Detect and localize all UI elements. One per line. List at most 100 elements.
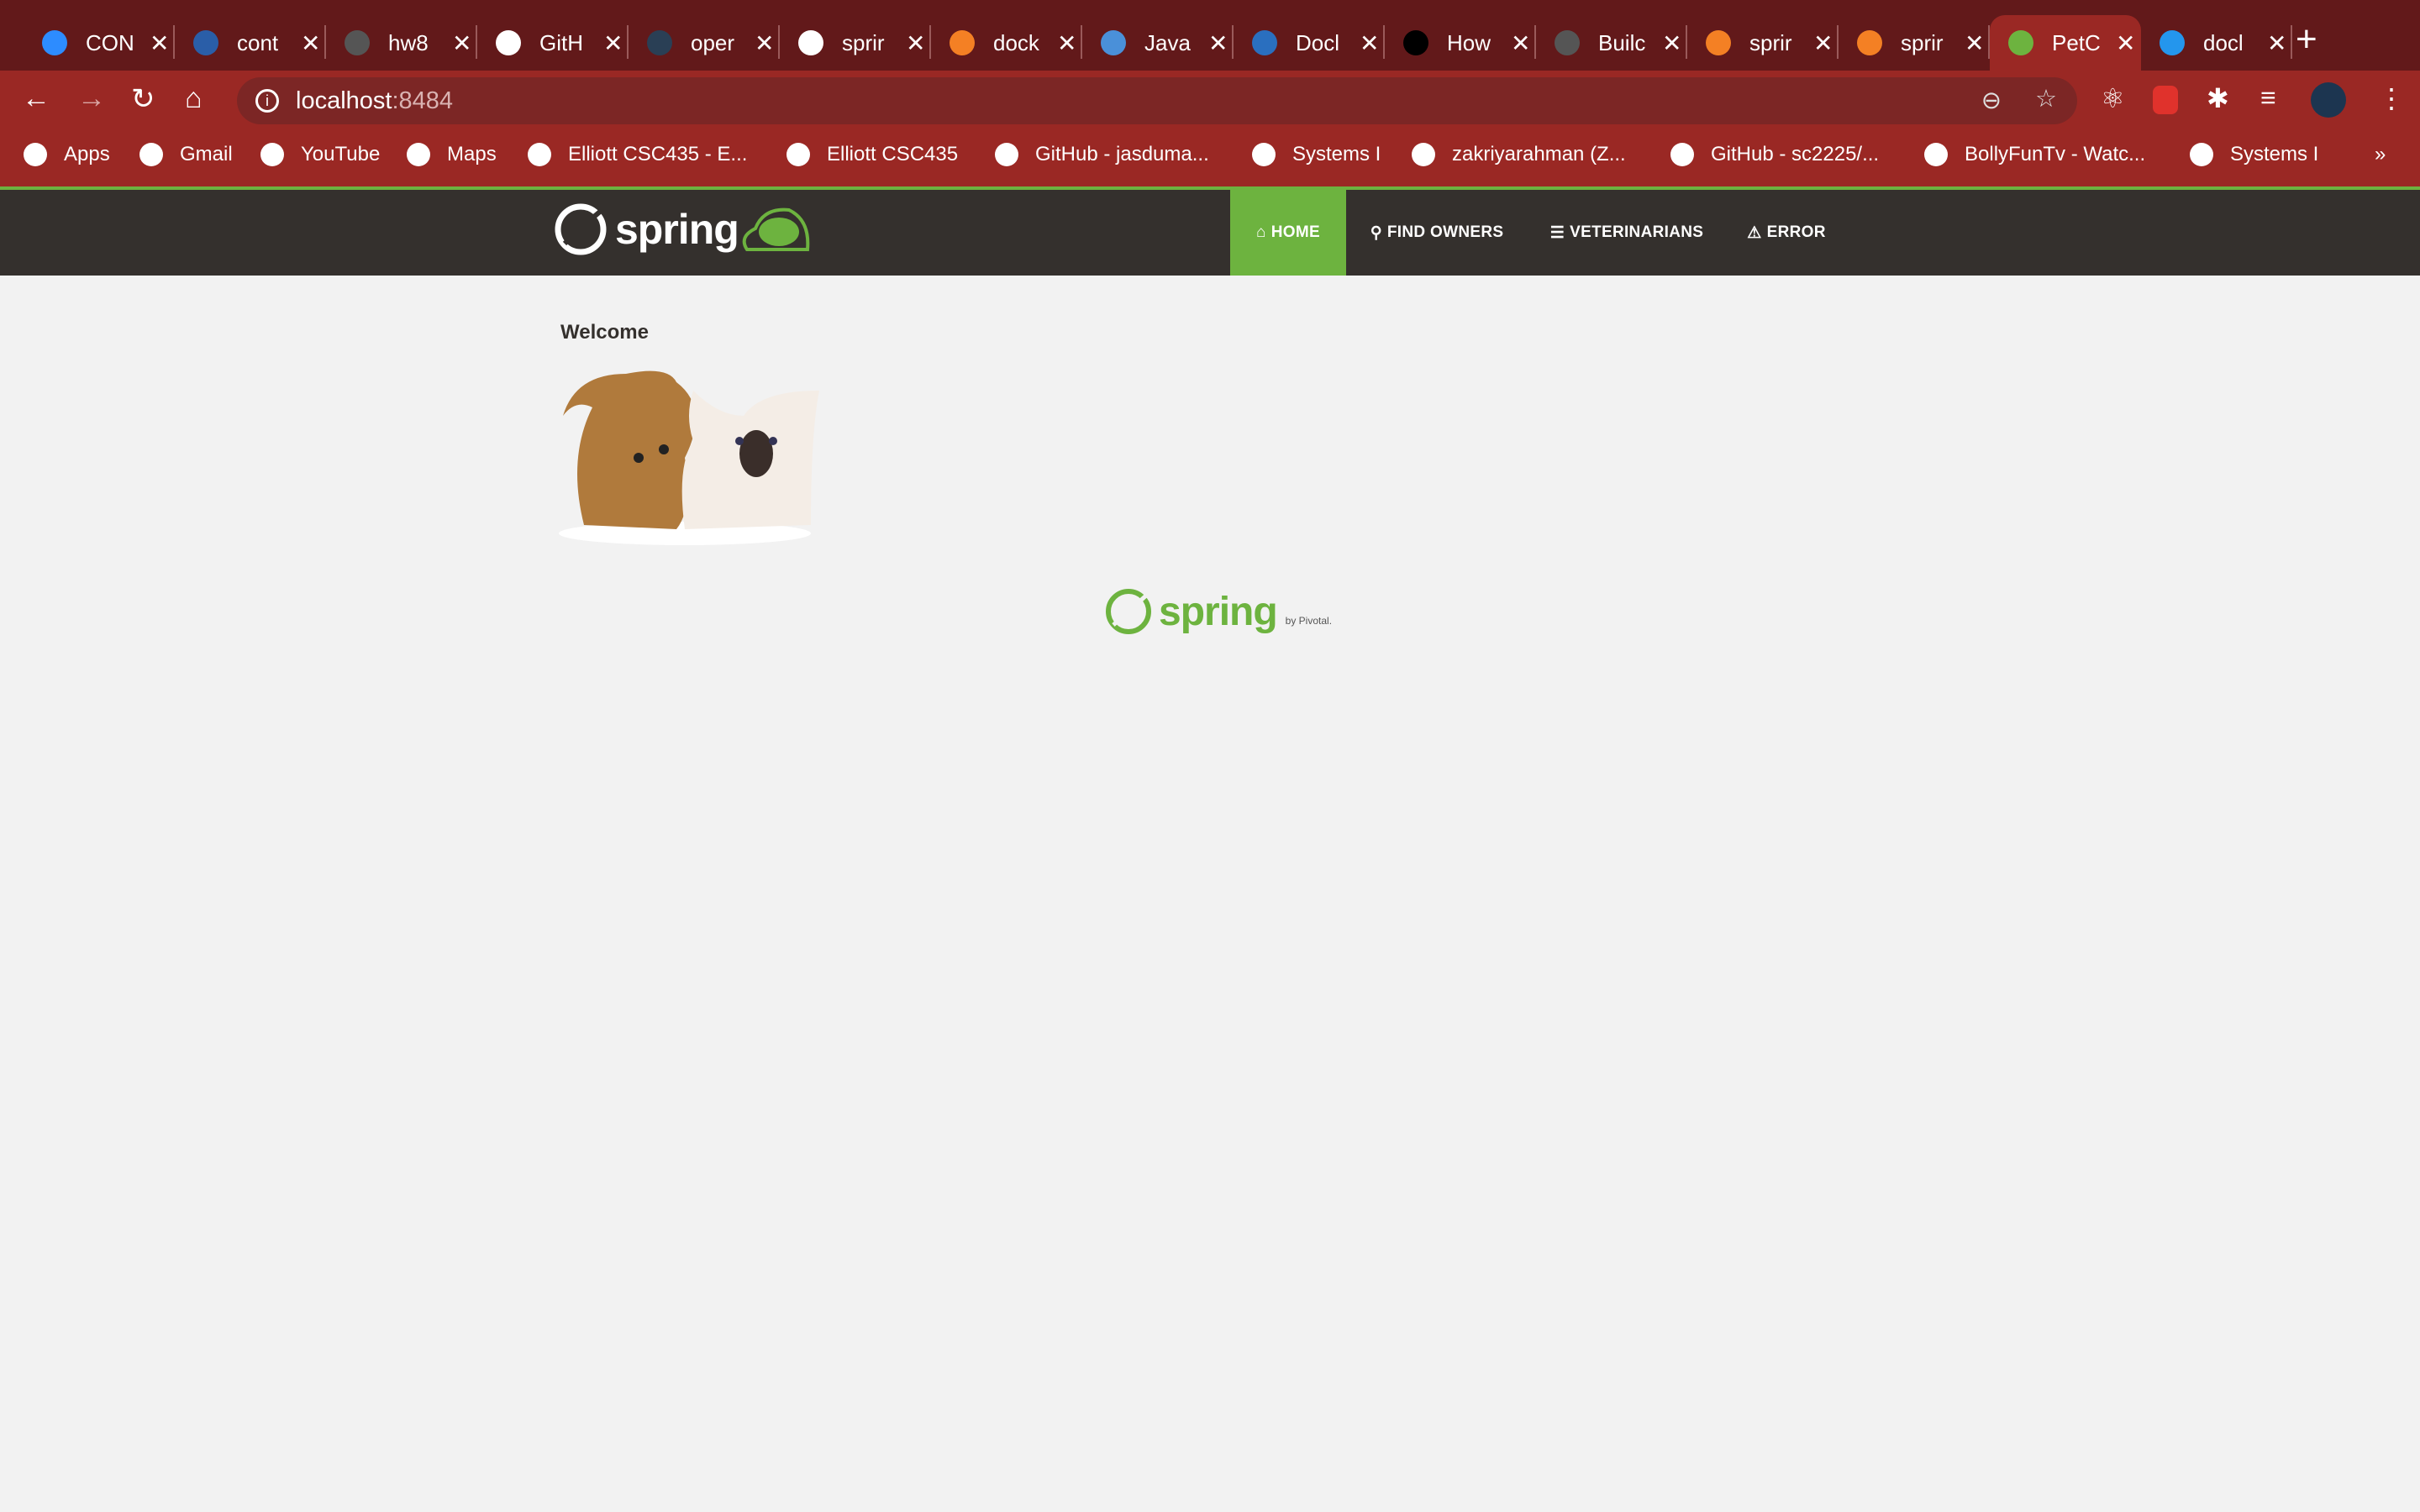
browser-tab[interactable]: oper ✕ [629, 15, 780, 71]
browser-tab[interactable]: docl ✕ [2141, 15, 2292, 71]
shield-icon [193, 30, 218, 55]
spring-leaf-icon [555, 203, 607, 255]
close-tab-icon[interactable]: ✕ [603, 29, 623, 57]
extensions-icon[interactable]: ✱ [2207, 82, 2229, 114]
globe-icon [1555, 30, 1580, 55]
close-tab-icon[interactable]: ✕ [2116, 29, 2135, 57]
bookmark-label: YouTube [301, 143, 381, 165]
close-tab-icon[interactable]: ✕ [2267, 29, 2286, 57]
bookmark-label: Maps [447, 143, 497, 165]
adblock-icon[interactable] [2153, 86, 2178, 114]
browser-tab[interactable]: sprir ✕ [1687, 15, 1839, 71]
tab-title: How [1447, 29, 1491, 55]
browser-tab[interactable]: CON ✕ [24, 15, 175, 71]
tab-title: Java [1144, 29, 1191, 55]
nav-error[interactable]: ⚠ ERROR [1736, 190, 1837, 276]
browser-tab[interactable]: dock ✕ [931, 15, 1082, 71]
octopus-icon [1101, 30, 1126, 55]
browser-tab[interactable]: cont ✕ [175, 15, 326, 71]
nav-home[interactable]: ⌂ HOME [1230, 190, 1346, 276]
close-tab-icon[interactable]: ✕ [1965, 29, 1984, 57]
bookmark-item[interactable]: BollyFunTv - Watc... [1924, 143, 2145, 166]
browser-tab[interactable]: How ✕ [1385, 15, 1536, 71]
media-controls-icon[interactable]: ≡ [2260, 82, 2276, 113]
tab-title: docl [2203, 29, 2244, 55]
close-tab-icon[interactable]: ✕ [1057, 29, 1076, 57]
browser-tab[interactable]: sprir ✕ [780, 15, 931, 71]
bookmark-item[interactable]: GitHub - sc2225/... [1670, 143, 1879, 166]
close-tab-icon[interactable]: ✕ [1360, 29, 1379, 57]
home-button[interactable]: ⌂ [185, 82, 203, 115]
browser-tab[interactable]: Builc ✕ [1536, 15, 1687, 71]
bookmark-item[interactable]: Gmail [139, 143, 233, 166]
tab-title: dock [993, 29, 1039, 55]
browser-tab[interactable]: Docl ✕ [1234, 15, 1385, 71]
bookmark-item[interactable]: Maps [407, 143, 497, 166]
github-icon [995, 143, 1018, 166]
stackoverflow-icon [1857, 30, 1882, 55]
new-tab-button[interactable]: + [2296, 18, 2317, 60]
bookmark-item[interactable]: Elliott CSC435 [786, 143, 958, 166]
site-info-icon[interactable]: i [255, 89, 279, 113]
star-icon[interactable]: ☆ [2035, 84, 2057, 113]
bookmark-item[interactable]: zakriyarahman (Z... [1412, 143, 1626, 166]
docker-icon [2160, 30, 2185, 55]
address-bar[interactable]: i localhost:8484 ⊖ ☆ [237, 77, 2077, 124]
profile-avatar[interactable] [2311, 82, 2346, 118]
bookmark-label: BollyFunTv - Watc... [1965, 143, 2146, 165]
zoom-icon[interactable]: ⊖ [1981, 86, 2002, 115]
forward-button[interactable]: → [77, 82, 106, 115]
reload-button[interactable]: ↻ [131, 82, 155, 116]
url-port: :8484 [392, 87, 454, 114]
browser-toolbar: ← → ↻ ⌂ i localhost:8484 ⊖ ☆ ⚛ ✱ ≡ ⋮ [0, 71, 2420, 128]
close-tab-icon[interactable]: ✕ [906, 29, 925, 57]
browser-tab[interactable]: GitH ✕ [477, 15, 629, 71]
close-tab-icon[interactable]: ✕ [1511, 29, 1530, 57]
tab-title: sprir [1901, 29, 1944, 55]
close-tab-icon[interactable]: ✕ [452, 29, 471, 57]
menu-icon[interactable]: ⋮ [2378, 82, 2405, 114]
bookmark-label: GitHub - sc2225/... [1711, 143, 1880, 165]
tab-title: sprir [842, 29, 885, 55]
bookmarks-bar: Apps Gmail YouTube Maps Elliott CSC435 - E..… [0, 128, 2420, 186]
bookmark-item[interactable]: Elliott CSC435 - E... [528, 143, 747, 166]
bookmark-label: Gmail [180, 143, 233, 165]
nav-veterinarians[interactable]: ☰ VETERINARIANS [1538, 190, 1716, 276]
tab-title: hw8 [388, 29, 429, 55]
bookmark-item[interactable]: Systems I [1252, 143, 1381, 166]
network-icon [1252, 30, 1277, 55]
nav-label: VETERINARIANS [1570, 223, 1704, 241]
cloud-leaf-icon [742, 207, 810, 251]
nav-find-owners[interactable]: ⚲ FIND OWNERS [1353, 190, 1521, 276]
browser-tab[interactable]: PetC ✕ [1990, 15, 2141, 71]
github-icon [798, 30, 823, 55]
more-bookmarks-button[interactable]: » [2375, 143, 2386, 166]
browser-tab[interactable]: hw8 ✕ [326, 15, 477, 71]
tab-title: Builc [1598, 29, 1646, 55]
browser-tab[interactable]: Java ✕ [1082, 15, 1234, 71]
footer-logo-text: spring [1159, 590, 1278, 634]
bookmark-item[interactable]: GitHub - jasduma... [995, 143, 1209, 166]
close-tab-icon[interactable]: ✕ [301, 29, 320, 57]
docker-icon [647, 30, 672, 55]
close-tab-icon[interactable]: ✕ [150, 29, 169, 57]
bookmark-item[interactable]: YouTube [260, 143, 380, 166]
tab-title: oper [691, 29, 735, 55]
close-tab-icon[interactable]: ✕ [1662, 29, 1681, 57]
react-devtools-icon[interactable]: ⚛ [2101, 82, 2125, 114]
close-tab-icon[interactable]: ✕ [1208, 29, 1228, 57]
page-title: Welcome [560, 321, 649, 344]
github-icon [1670, 143, 1694, 166]
bookmark-item[interactable]: Systems I [2190, 143, 2318, 166]
close-tab-icon[interactable]: ✕ [755, 29, 774, 57]
nav-label: ERROR [1766, 223, 1826, 241]
apps-grid-icon [24, 143, 47, 166]
spring-logo[interactable]: spring [555, 203, 814, 255]
browser-tab[interactable]: sprir ✕ [1839, 15, 1990, 71]
tab-divider [2291, 25, 2292, 59]
home-icon: ⌂ [1256, 223, 1266, 241]
close-tab-icon[interactable]: ✕ [1813, 29, 1833, 57]
bookmark-item[interactable]: Apps [24, 143, 110, 166]
back-button[interactable]: ← [22, 82, 50, 115]
globe-icon [1252, 143, 1276, 166]
